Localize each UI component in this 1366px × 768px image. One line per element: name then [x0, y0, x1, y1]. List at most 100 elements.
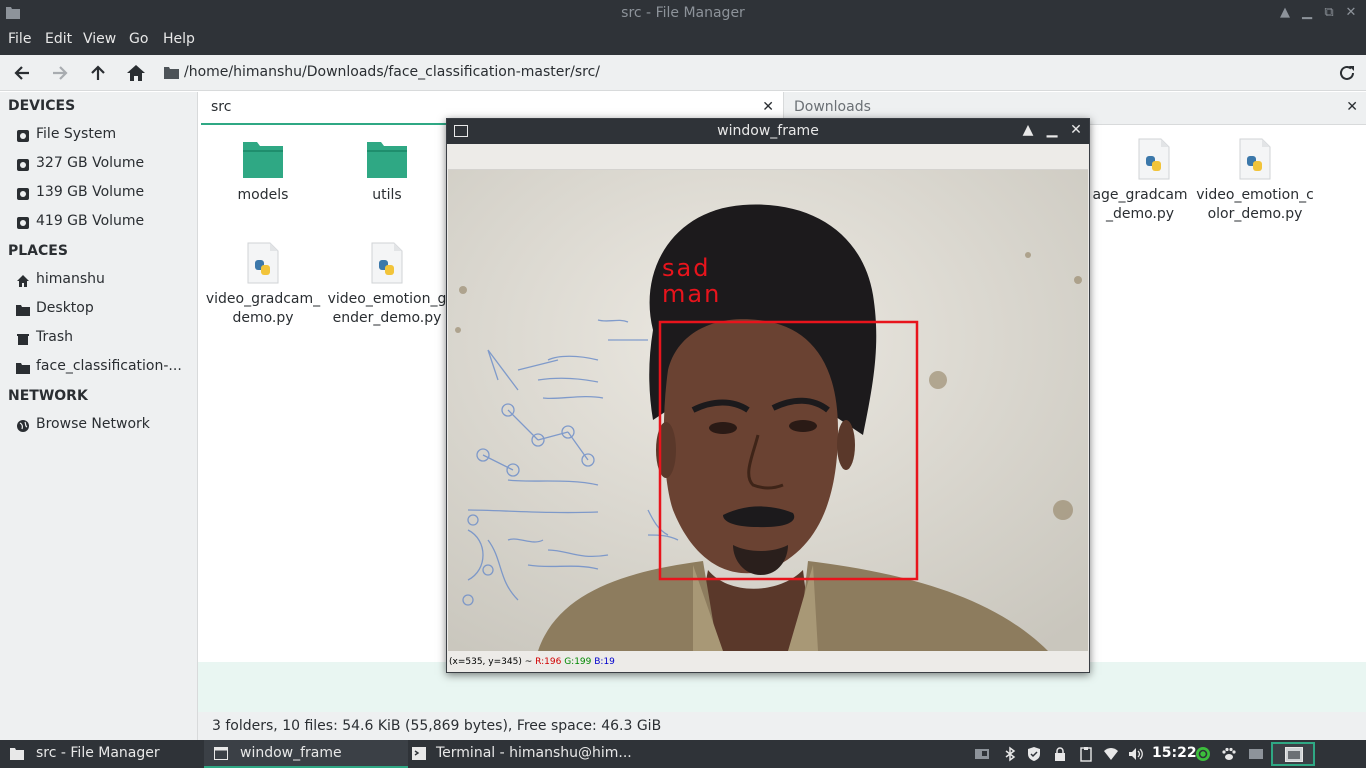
home-icon[interactable]: [125, 62, 147, 84]
menu-file[interactable]: File: [8, 31, 31, 47]
task-window-frame[interactable]: window_frame: [204, 740, 408, 768]
volume-icon[interactable]: [1128, 746, 1144, 762]
task-terminal[interactable]: Terminal - himanshu@him...: [408, 740, 632, 768]
gender-label: man: [662, 280, 721, 308]
python-file-icon: [247, 242, 279, 284]
pixel-blue: B:19: [594, 657, 615, 667]
forward-arrow-icon[interactable]: [49, 62, 71, 84]
sidebar-item-label: Desktop: [36, 300, 94, 316]
folder-icon: [243, 142, 283, 178]
python-file-icon: [1239, 138, 1271, 180]
opencv-title-bar[interactable]: window_frame ▲ ▁ ✕: [447, 119, 1089, 144]
python-file-icon: [1138, 138, 1170, 180]
location-path[interactable]: /home/himanshu/Downloads/face_classifica…: [184, 64, 600, 80]
file-name: utils: [372, 187, 402, 203]
file-item[interactable]: video_emotion_gender_demo.py: [327, 242, 447, 328]
webcam-image: sad man: [448, 170, 1088, 651]
display-icon[interactable]: [974, 746, 990, 762]
folder-icon: [367, 142, 407, 178]
file-item[interactable]: video_emotion_color_demo.py: [1195, 138, 1315, 224]
cursor-coords: (x=535, y=345) ~: [449, 657, 533, 667]
window-title: src - File Manager: [621, 5, 745, 21]
keep-above-button[interactable]: ▲: [1019, 122, 1037, 138]
close-tab-icon[interactable]: ✕: [762, 99, 774, 115]
file-item[interactable]: video_gradcam_demo.py: [203, 242, 323, 328]
window-icon: [1285, 747, 1303, 762]
task-label: src - File Manager: [36, 745, 160, 761]
sidebar-item-home[interactable]: himanshu: [16, 270, 192, 292]
tab-label: src: [211, 99, 232, 115]
drive-icon: [17, 130, 29, 142]
status-bar: 3 folders, 10 files: 54.6 KiB (55,869 by…: [198, 712, 1366, 740]
task-file-manager[interactable]: src - File Manager: [0, 740, 204, 768]
tab-label: Downloads: [794, 99, 871, 115]
folder-icon: [16, 305, 30, 316]
sidebar-item-label: Browse Network: [36, 416, 150, 432]
sidebar: DEVICES File System 327 GB Volume 139 GB…: [0, 92, 198, 740]
minimize-button[interactable]: ▁: [1043, 122, 1061, 138]
drive-icon: [17, 159, 29, 171]
pixel-red: R:196: [535, 657, 562, 667]
sidebar-item-browse-network[interactable]: Browse Network: [16, 415, 192, 437]
window-icon: [214, 747, 228, 760]
sidebar-item-label: 139 GB Volume: [36, 184, 145, 200]
sidebar-item-trash[interactable]: Trash: [16, 328, 192, 350]
reload-icon[interactable]: [1338, 64, 1356, 82]
task-label: Terminal - himanshu@him...: [436, 745, 632, 761]
maximize-button[interactable]: ⧉: [1320, 4, 1338, 22]
title-bar: src - File Manager ▲ ▁ ⧉ ✕: [0, 0, 1366, 27]
close-button[interactable]: ✕: [1342, 4, 1360, 22]
sidebar-item-file-system[interactable]: File System: [16, 125, 192, 147]
python-file-icon: [371, 242, 403, 284]
minimize-button[interactable]: ▁: [1298, 4, 1316, 22]
toolbar: /home/himanshu/Downloads/face_classifica…: [0, 55, 1366, 91]
terminal-icon: [412, 747, 426, 760]
clock[interactable]: 15:22: [1152, 745, 1197, 761]
menu-edit[interactable]: Edit: [45, 31, 72, 47]
sidebar-item-327gb[interactable]: 327 GB Volume: [16, 154, 192, 176]
sidebar-item-label: 419 GB Volume: [36, 213, 145, 229]
webcam-frame[interactable]: sad man: [448, 170, 1088, 651]
sidebar-item-label: 327 GB Volume: [36, 155, 145, 171]
pixel-green: G:199: [564, 657, 592, 667]
bluetooth-icon[interactable]: [1002, 746, 1018, 762]
workspace-switcher[interactable]: [1271, 742, 1315, 766]
shield-icon[interactable]: [1026, 746, 1042, 762]
sidebar-item-desktop[interactable]: Desktop: [16, 299, 192, 321]
close-button[interactable]: ✕: [1067, 122, 1085, 138]
menu-help[interactable]: Help: [163, 31, 195, 47]
file-item[interactable]: utils: [327, 138, 447, 205]
keep-above-button[interactable]: ▲: [1276, 4, 1294, 22]
clipboard-icon[interactable]: [1078, 746, 1094, 762]
up-arrow-icon[interactable]: [87, 62, 109, 84]
file-name: video_gradcam_demo.py: [205, 291, 321, 326]
sidebar-item-label: File System: [36, 126, 117, 142]
wifi-icon[interactable]: [1103, 746, 1119, 762]
file-name: models: [237, 187, 289, 203]
network-globe-icon: [17, 420, 29, 432]
menu-go[interactable]: Go: [129, 31, 148, 47]
opencv-status: (x=535, y=345) ~ R:196 G:199 B:19: [449, 657, 615, 667]
sidebar-item-label: face_classification-...: [36, 358, 182, 374]
opencv-toolbar: [448, 145, 1088, 170]
file-name: video_emotion_color_demo.py: [1196, 187, 1314, 222]
close-tab-icon[interactable]: ✕: [1346, 99, 1358, 115]
paw-icon[interactable]: [1221, 746, 1237, 762]
sidebar-header-network: NETWORK: [8, 388, 88, 404]
sidebar-item-139gb[interactable]: 139 GB Volume: [16, 183, 192, 205]
file-item[interactable]: models: [203, 138, 323, 205]
menu-view[interactable]: View: [83, 31, 116, 47]
folder-icon: [164, 67, 179, 79]
sidebar-item-face-classification[interactable]: face_classification-...: [16, 357, 192, 379]
lock-icon[interactable]: [1052, 746, 1068, 762]
drive-icon: [17, 217, 29, 229]
workspace-icon[interactable]: [1248, 746, 1264, 762]
sidebar-header-places: PLACES: [8, 243, 68, 259]
sidebar-item-419gb[interactable]: 419 GB Volume: [16, 212, 192, 234]
back-arrow-icon[interactable]: [11, 62, 33, 84]
opencv-window[interactable]: window_frame ▲ ▁ ✕ sad man (x=535, y=345…: [446, 118, 1090, 673]
folder-icon: [16, 363, 30, 374]
home-icon: [17, 275, 29, 287]
update-icon[interactable]: [1195, 746, 1211, 762]
sidebar-item-label: Trash: [36, 329, 73, 345]
